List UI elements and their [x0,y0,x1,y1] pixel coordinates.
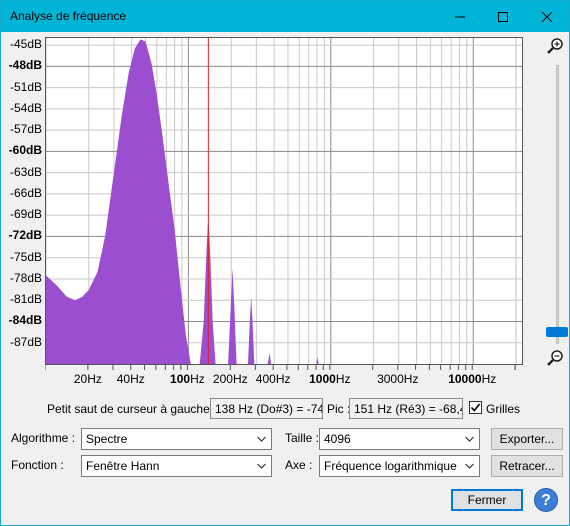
zoom-in-icon [547,38,563,54]
grids-checkbox[interactable] [469,401,482,414]
maximize-button[interactable] [486,1,520,32]
x-tick-label: 200Hz [212,372,248,386]
y-tick-label: -45dB [9,37,42,52]
zoom-out-button[interactable] [546,349,564,370]
window-title: Analyse de fréquence [10,9,127,23]
x-tick-label: 20Hz [73,372,102,386]
y-tick-label: -81dB [9,292,42,307]
axis-select[interactable]: Fréquence logarithmique [319,455,480,477]
y-tick-label: -63dB [9,164,42,179]
zoom-slider-track[interactable] [556,65,559,344]
y-tick-label: -78dB [9,270,42,285]
x-tick-label: 400Hz [255,372,291,386]
minimize-button[interactable] [443,1,477,32]
zoom-in-button[interactable] [546,37,564,58]
size-value: 4096 [324,432,351,446]
y-tick-label: -54dB [9,100,42,115]
x-tick-label: 10000Hz [448,372,497,386]
axis-value: Fréquence logarithmique [324,459,457,473]
help-button[interactable]: ? [534,488,558,512]
axis-label: Axe : [285,458,313,472]
y-tick-label: -66dB [9,185,42,200]
size-label: Taille : [285,431,320,445]
x-tick-label: 100Hz [170,372,205,386]
x-tick-label: 3000Hz [377,372,419,386]
y-tick-label: -48dB [8,58,42,73]
algorithm-select[interactable]: Spectre [81,428,272,450]
maximize-icon [498,11,508,22]
algorithm-value: Spectre [86,432,128,446]
chevron-down-icon [465,463,474,469]
y-tick-label: -69dB [9,207,42,222]
y-axis: -45dB -48dB -51dB -54dB -57dB -60dB -63dB -66dB… [1,37,45,365]
chevron-down-icon [465,436,474,442]
peak-readout: 151 Hz (Ré3) = -68,4 [349,398,463,419]
peak-label: Pic : [327,402,351,416]
frequency-analysis-window: Analyse de fréquence -45dB -48dB -51dB -54d… [0,0,570,526]
chevron-down-icon [257,463,266,469]
function-value: Fenêtre Hann [86,459,160,473]
y-tick-label: -84dB [8,313,42,328]
y-tick-label: -51dB [9,79,42,94]
spectrum-plot[interactable] [45,37,523,365]
cursor-label: Petit saut de curseur à gauche [47,402,210,416]
export-button[interactable]: Exporter... [491,428,563,450]
close-window-button[interactable] [530,1,564,32]
x-tick-label: 1000Hz [309,372,351,386]
function-select[interactable]: Fenêtre Hann [81,455,272,477]
title-bar: Analyse de fréquence [1,1,569,32]
y-tick-label: -60dB [8,143,42,158]
replot-button[interactable]: Retracer... [491,455,563,477]
y-tick-label: -57dB [9,122,42,137]
chevron-down-icon [257,436,266,442]
x-axis: 20Hz 40Hz 100Hz 200Hz 400Hz 1000Hz 3000Hz 10000… [45,365,523,391]
cursor-readout: 138 Hz (Do#3) = -74 [210,398,323,419]
x-tick-label: 40Hz [116,372,145,386]
checkmark-icon [470,403,481,412]
spectrum-svg [45,38,522,365]
y-tick-label: -72dB [8,228,42,243]
grids-label: Grilles [486,402,521,416]
close-button[interactable]: Fermer [451,489,523,511]
zoom-slider-thumb[interactable] [546,327,568,337]
y-tick-label: -75dB [9,249,42,264]
y-tick-label: -87dB [9,334,42,349]
close-icon [541,11,553,22]
size-select[interactable]: 4096 [319,428,480,450]
algorithm-label: Algorithme : [11,431,76,445]
function-label: Fonction : [11,458,64,472]
minimize-icon [455,16,465,17]
zoom-out-icon [547,350,563,366]
